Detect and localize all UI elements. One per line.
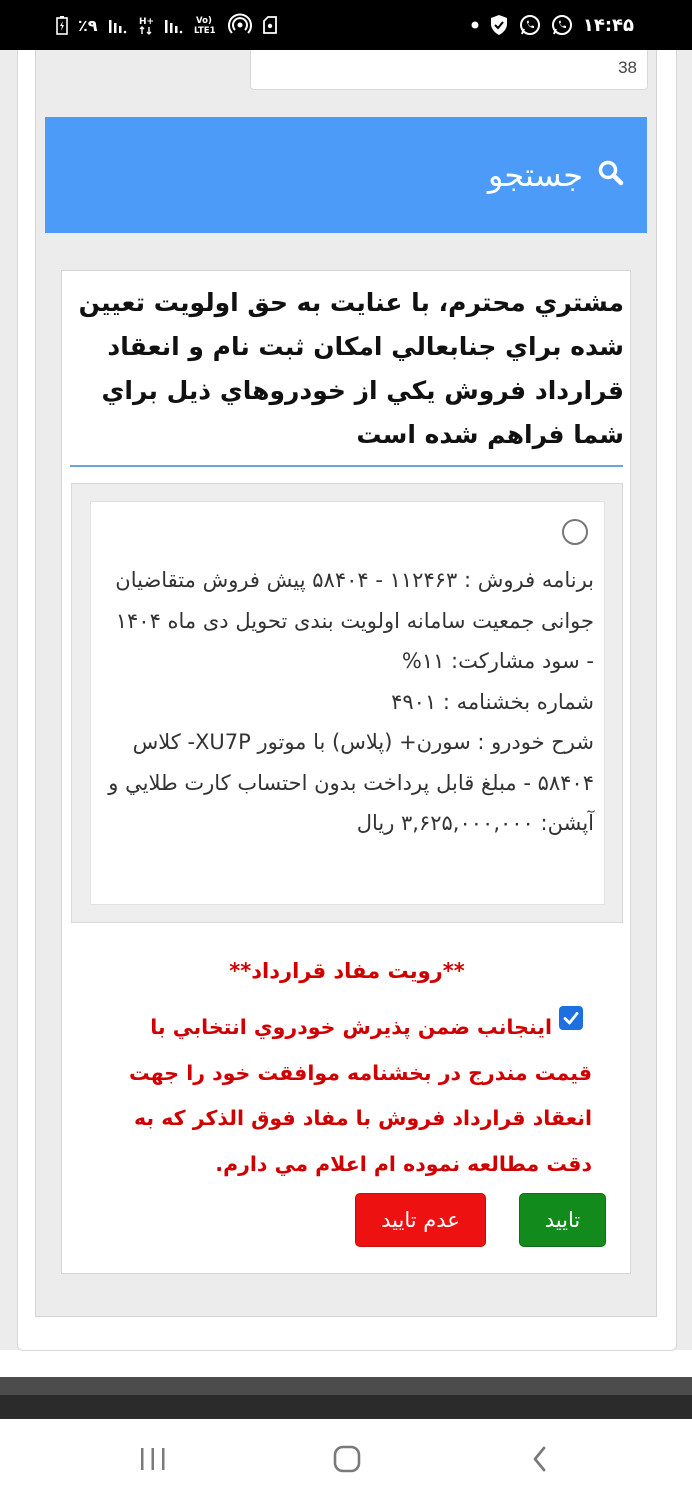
- heading-divider: [70, 465, 623, 467]
- whatsapp-icon: [519, 12, 541, 38]
- bottom-dark-bar: [0, 1395, 692, 1419]
- battery-charging-icon: [56, 12, 68, 38]
- signal-icon-2: [164, 12, 184, 38]
- hotspot-icon: [227, 12, 252, 38]
- data-hplus-icon: H+: [138, 12, 154, 38]
- search-label: جستجو: [487, 156, 583, 194]
- car-option[interactable]: برنامه فروش : ۱۱۲۴۶۳ - ۵۸۴۰۴ پیش فروش مت…: [90, 501, 605, 905]
- storage-icon: [262, 12, 278, 38]
- notice-heading: مشتري محترم، با عنايت به حق اولويت تعيين…: [78, 288, 624, 449]
- svg-text:H+: H+: [139, 17, 154, 27]
- status-bar: ٪۹ H+ Vo) LTE1 ۱۴:۴۵: [0, 0, 692, 50]
- car-option-radio[interactable]: [562, 519, 588, 545]
- sale-program-text: برنامه فروش : ۱۱۲۴۶۳ - ۵۸۴۰۴ پیش فروش مت…: [115, 568, 594, 673]
- battery-percent: ٪۹: [78, 15, 98, 35]
- shield-check-icon: [489, 12, 509, 38]
- back-button[interactable]: [515, 1439, 565, 1479]
- signal-icon: [108, 12, 128, 38]
- clock: ۱۴:۴۵: [582, 14, 634, 36]
- previous-field-value: 38: [618, 58, 637, 77]
- volte-icon: Vo) LTE1: [194, 12, 218, 38]
- system-navigation-bar: [0, 1419, 692, 1500]
- recent-apps-button[interactable]: [128, 1439, 178, 1479]
- selection-form: مشتري محترم، با عنايت به حق اولويت تعيين…: [61, 270, 631, 1274]
- options-panel: برنامه فروش : ۱۱۲۴۶۳ - ۵۸۴۰۴ پیش فروش مت…: [71, 483, 623, 923]
- back-icon: [533, 1446, 546, 1472]
- search-button[interactable]: جستجو: [45, 117, 647, 233]
- dot-icon: [471, 12, 479, 38]
- circular-number-text: شماره بخشنامه : ۴۹۰۱: [391, 689, 594, 714]
- recent-apps-icon: [141, 1448, 165, 1470]
- confirm-button[interactable]: تایید: [519, 1193, 606, 1247]
- reject-button[interactable]: عدم تایید: [355, 1193, 486, 1247]
- bottom-gray-bar: [0, 1377, 692, 1395]
- terms-agreement-text: اينجانب ضمن پذيرش خودروي انتخابي با قيمت…: [129, 1015, 592, 1176]
- svg-text:LTE1: LTE1: [194, 26, 216, 36]
- car-option-details: برنامه فروش : ۱۱۲۴۶۳ - ۵۸۴۰۴ پیش فروش مت…: [104, 560, 594, 844]
- status-left-icons: ٪۹ H+ Vo) LTE1: [56, 12, 278, 38]
- svg-text:Vo): Vo): [196, 16, 212, 26]
- whatsapp-icon-2: [551, 12, 573, 38]
- search-icon: [597, 159, 625, 191]
- home-icon: [333, 1445, 361, 1473]
- terms-title: **رويت مفاد قرارداد**: [229, 959, 465, 983]
- status-right-icons: ۱۴:۴۵: [471, 12, 634, 38]
- car-description-text: شرح خودرو : سورن+ (پلاس) با موتور XU7P- …: [108, 730, 594, 835]
- home-button[interactable]: [322, 1439, 372, 1479]
- previous-field[interactable]: 38: [250, 50, 648, 90]
